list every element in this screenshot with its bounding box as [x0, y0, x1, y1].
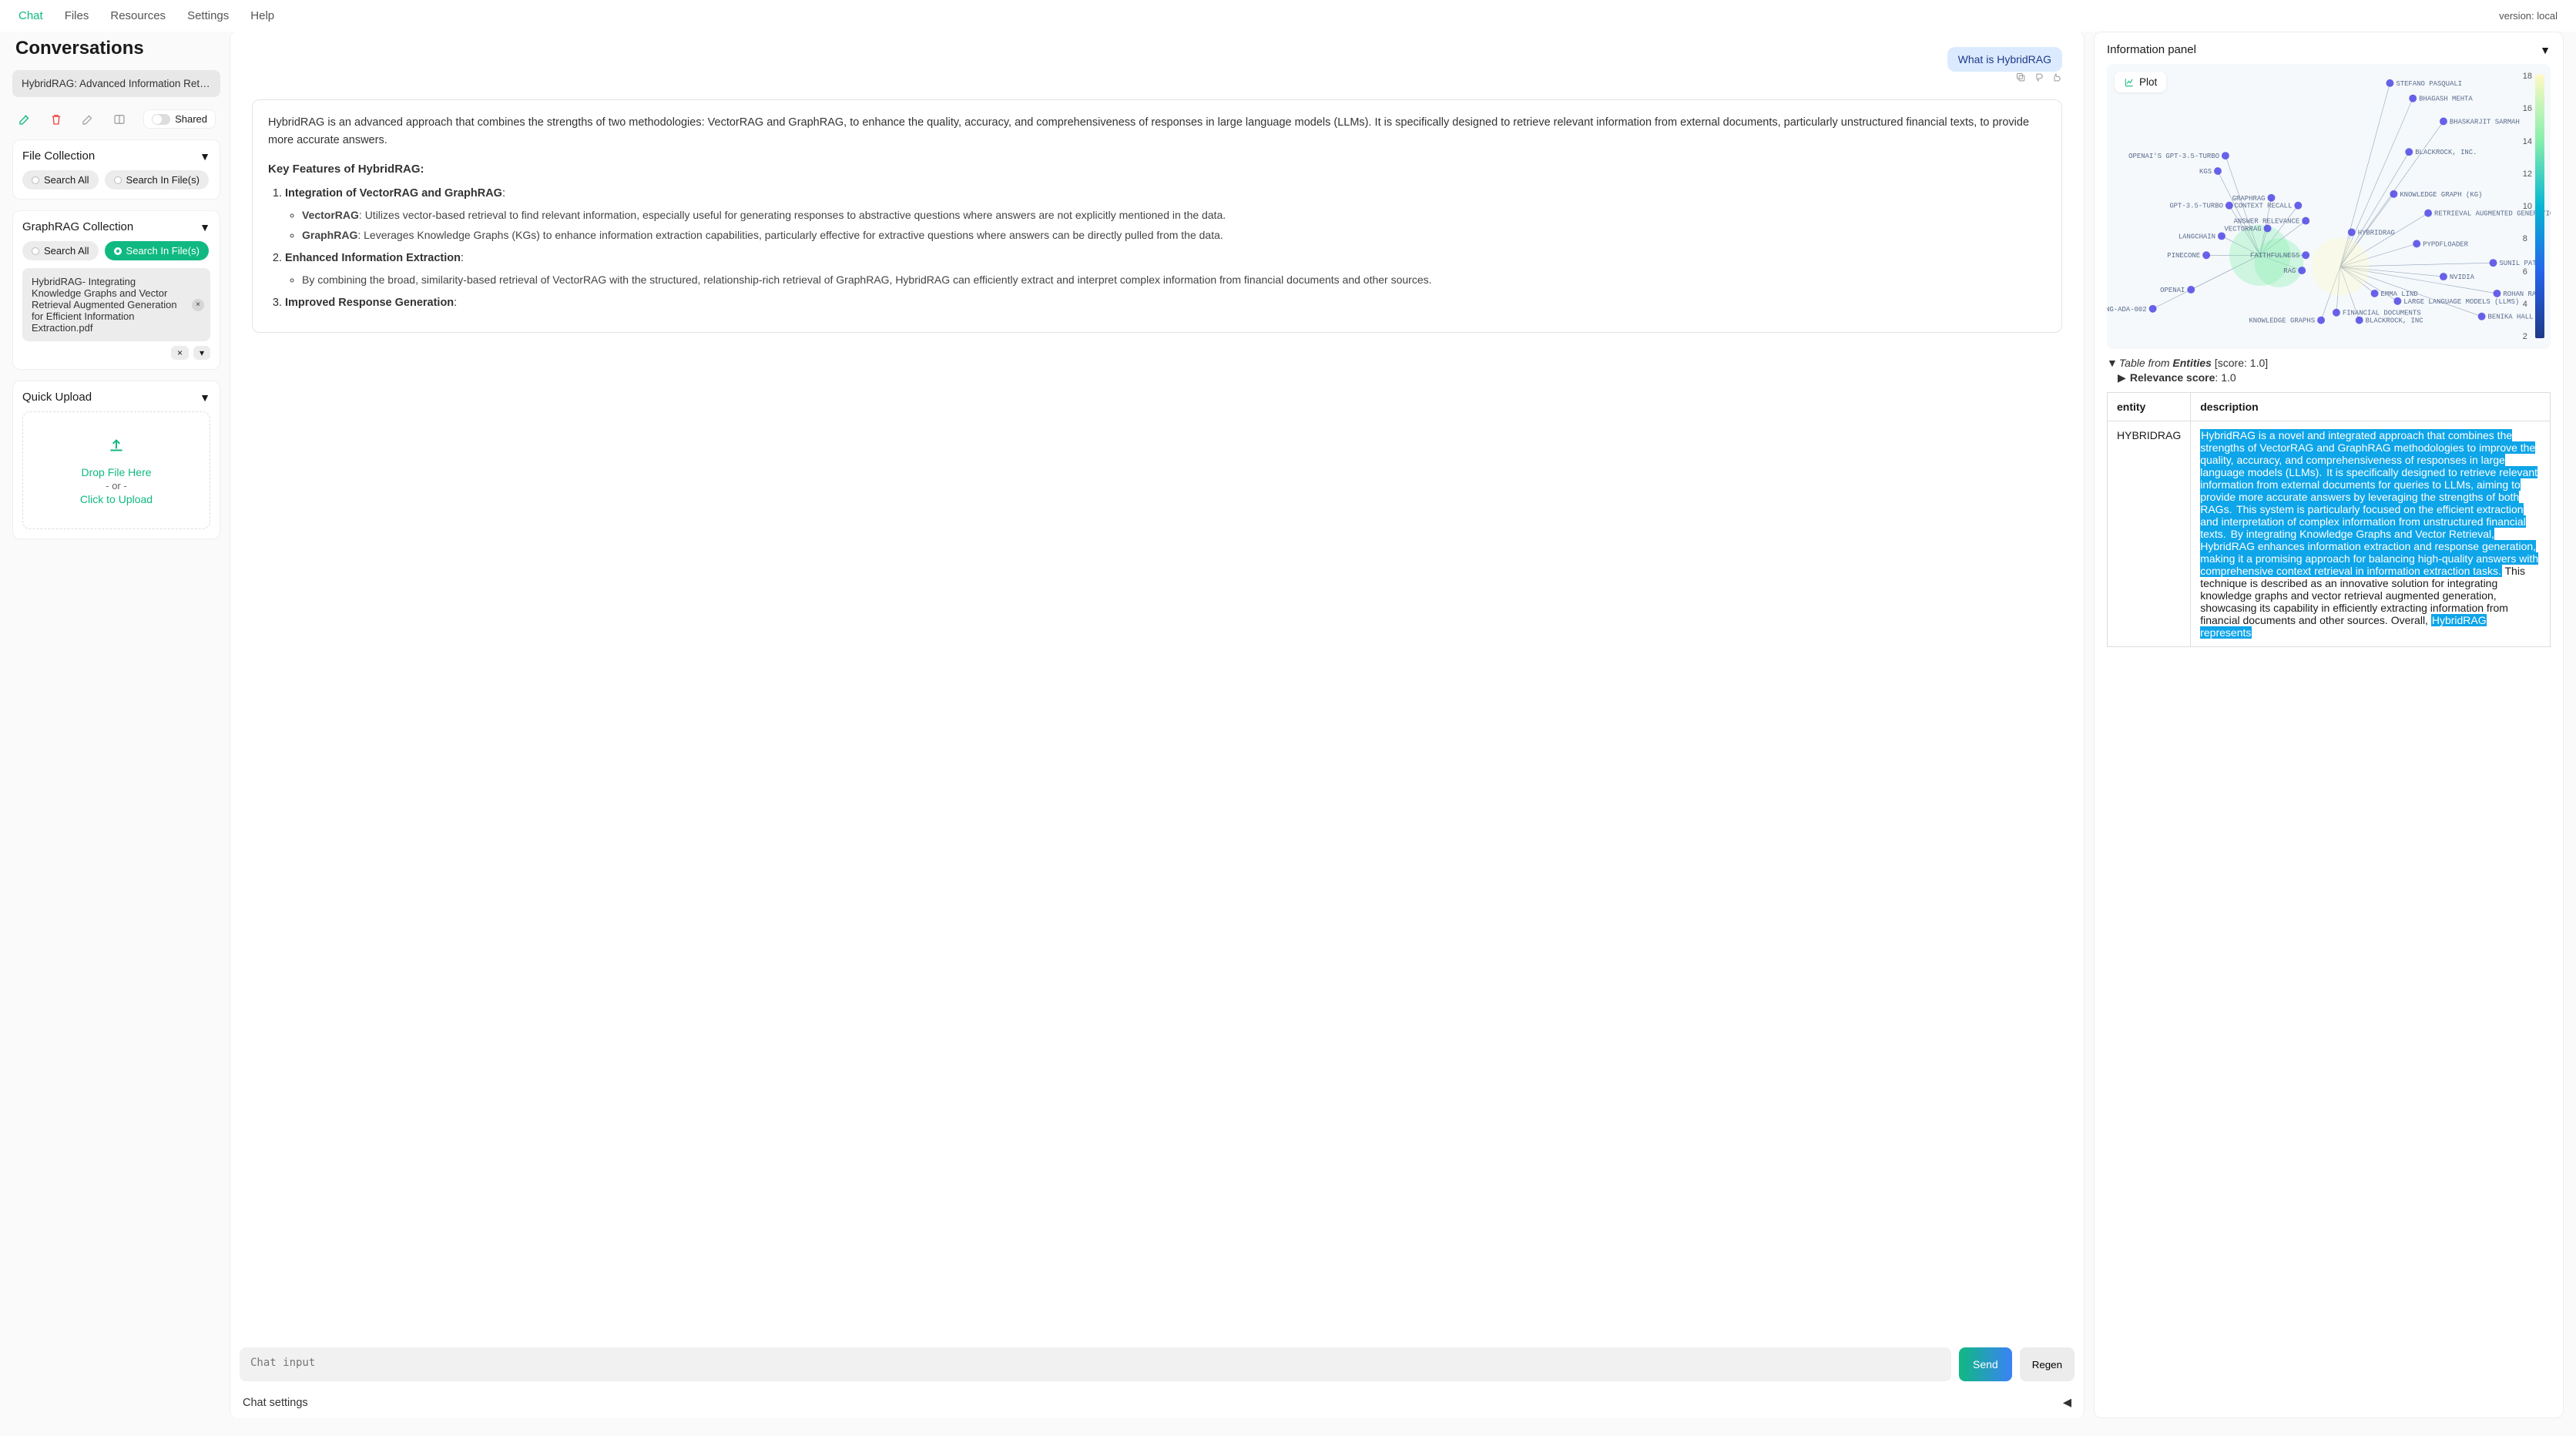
- entities-table: entity description HYBRIDRAG HybridRAG i…: [2107, 392, 2551, 647]
- svg-text:PYPDFLOADER: PYPDFLOADER: [2423, 240, 2469, 248]
- shared-toggle[interactable]: Shared: [143, 109, 216, 129]
- info-panel-title: Information panel: [2107, 43, 2196, 56]
- table-from-row[interactable]: ▼ Table from Entities [score: 1.0]: [2107, 357, 2551, 369]
- svg-text:CONTEXT RECALL: CONTEXT RECALL: [2234, 203, 2292, 210]
- svg-text:RAG: RAG: [2283, 267, 2296, 275]
- file-collection-title: File Collection: [22, 149, 95, 163]
- file-collection-panel: File Collection ▼ Search All Search In F…: [12, 139, 220, 200]
- svg-text:OPENAI'S GPT-3.5-TURBO: OPENAI'S GPT-3.5-TURBO: [2128, 153, 2219, 160]
- version-label: version: local: [2499, 10, 2558, 22]
- tab-files[interactable]: Files: [65, 9, 89, 22]
- svg-text:HYBRIDRAG: HYBRIDRAG: [2358, 229, 2395, 237]
- svg-text:KNOWLEDGE GRAPH (KG): KNOWLEDGE GRAPH (KG): [2400, 191, 2482, 199]
- svg-text:BLACKROCK, INC: BLACKROCK, INC: [2366, 317, 2423, 325]
- svg-text:VECTORRAG: VECTORRAG: [2224, 225, 2261, 233]
- assistant-intro: HybridRAG is an advanced approach that c…: [268, 114, 2046, 149]
- svg-text:ANSWER RELEVANCE: ANSWER RELEVANCE: [2234, 218, 2300, 226]
- svg-text:BLACKROCK, INC.: BLACKROCK, INC.: [2415, 149, 2477, 156]
- th-entity: entity: [2108, 393, 2191, 421]
- svg-text:NVIDIA: NVIDIA: [2450, 273, 2475, 281]
- svg-text:PINECONE: PINECONE: [2167, 252, 2200, 260]
- svg-text:BHASKARJIT SARMAH: BHASKARJIT SARMAH: [2450, 118, 2520, 126]
- file-search-all[interactable]: Search All: [22, 170, 99, 190]
- conversation-item[interactable]: HybridRAG: Advanced Information Retrieva: [12, 70, 220, 97]
- edit-icon[interactable]: [17, 112, 32, 127]
- tab-settings[interactable]: Settings: [187, 9, 229, 22]
- clear-files-icon[interactable]: ×: [171, 346, 189, 360]
- remove-file-icon[interactable]: ×: [192, 299, 204, 311]
- toggle-pill[interactable]: [152, 114, 170, 125]
- quick-upload-title: Quick Upload: [22, 391, 92, 404]
- file-search-in[interactable]: Search In File(s): [105, 170, 209, 190]
- columns-icon[interactable]: [112, 112, 126, 127]
- upload-icon: [31, 435, 202, 460]
- graph-search-all[interactable]: Search All: [22, 241, 99, 260]
- info-panel: Information panel ▼ Plot STEFANO PASQUAL…: [2094, 32, 2564, 1418]
- relevance-row[interactable]: ▶ Relevance score: 1.0: [2107, 371, 2551, 384]
- rename-icon[interactable]: [80, 112, 95, 127]
- svg-text:KNOWLEDGE GRAPHS: KNOWLEDGE GRAPHS: [2249, 317, 2315, 325]
- shared-label: Shared: [175, 113, 207, 125]
- files-dropdown-icon[interactable]: ▾: [193, 346, 210, 360]
- colorbar-ticks: 18161412108642: [2523, 72, 2532, 341]
- drop-file-label: Drop File Here: [31, 466, 202, 478]
- svg-text:LANGCHAIN: LANGCHAIN: [2179, 233, 2215, 240]
- svg-text:STEFANO PASQUALI: STEFANO PASQUALI: [2396, 80, 2462, 88]
- chat-input[interactable]: [240, 1347, 1951, 1381]
- topbar-tabs: Chat Files Resources Settings Help: [18, 9, 274, 22]
- graphrag-collection-panel: GraphRAG Collection ▼ Search All Search …: [12, 210, 220, 370]
- sidebar: Conversations HybridRAG: Advanced Inform…: [12, 32, 220, 1418]
- quick-upload-panel: Quick Upload ▼ Drop File Here - or - Cli…: [12, 381, 220, 539]
- chat-panel: What is HybridRAG HybridRAG is an advanc…: [230, 32, 2085, 1418]
- info-panel-chevron-icon[interactable]: ▼: [2540, 44, 2551, 56]
- features-heading: Key Features of HybridRAG:: [268, 160, 2046, 179]
- conversations-heading: Conversations: [15, 38, 220, 59]
- svg-text:FAITHFULNESS: FAITHFULNESS: [2250, 252, 2299, 260]
- colorbar: [2535, 75, 2544, 338]
- chat-settings-label[interactable]: Chat settings: [243, 1397, 308, 1409]
- assistant-message: HybridRAG is an advanced approach that c…: [252, 99, 2062, 333]
- regen-button[interactable]: Regen: [2020, 1347, 2075, 1381]
- chevron-down-icon[interactable]: ▼: [200, 391, 210, 404]
- thumbs-up-icon[interactable]: [2051, 72, 2062, 86]
- click-upload-label: Click to Upload: [31, 493, 202, 505]
- tab-chat[interactable]: Chat: [18, 9, 43, 22]
- svg-text:RETRIEVAL AUGMENTED GENERATION: RETRIEVAL AUGMENTED GENERATION (RAG): [2434, 210, 2551, 218]
- description-cell: HybridRAG is a novel and integrated appr…: [2191, 421, 2551, 647]
- graph-collection-title: GraphRAG Collection: [22, 220, 133, 233]
- svg-text:BHAGASH MEHTA: BHAGASH MEHTA: [2419, 96, 2473, 103]
- tab-help[interactable]: Help: [250, 9, 274, 22]
- chevron-down-icon[interactable]: ▼: [200, 150, 210, 163]
- network-graph: STEFANO PASQUALI BHAGASH MEHTA BHASKARJIT …: [2107, 64, 2551, 347]
- table-row: HYBRIDRAG HybridRAG is a novel and integ…: [2108, 421, 2551, 647]
- svg-text:FINANCIAL DOCUMENTS: FINANCIAL DOCUMENTS: [2343, 310, 2421, 317]
- graph-file-chip[interactable]: HybridRAG- Integrating Knowledge Graphs …: [22, 268, 210, 341]
- graph-search-in[interactable]: Search In File(s): [105, 241, 209, 260]
- chevron-down-icon[interactable]: ▼: [200, 221, 210, 233]
- copy-icon[interactable]: [2015, 72, 2027, 86]
- graph-file-name: HybridRAG- Integrating Knowledge Graphs …: [32, 276, 177, 334]
- svg-text:-EMBEDDING-ADA-002: -EMBEDDING-ADA-002: [2107, 306, 2147, 314]
- svg-text:LARGE LANGUAGE MODELS (LLMS): LARGE LANGUAGE MODELS (LLMS): [2403, 298, 2519, 306]
- svg-text:OPENAI: OPENAI: [2160, 287, 2185, 294]
- or-label: - or -: [31, 480, 202, 492]
- chat-settings-chevron-icon[interactable]: ◀: [2063, 1397, 2071, 1409]
- th-description: description: [2191, 393, 2551, 421]
- trash-icon[interactable]: [49, 112, 63, 127]
- tab-resources[interactable]: Resources: [110, 9, 166, 22]
- svg-text:KGS: KGS: [2199, 168, 2212, 176]
- entity-cell: HYBRIDRAG: [2108, 421, 2191, 647]
- send-button[interactable]: Send: [1959, 1347, 2012, 1381]
- svg-text:EMMA LIND: EMMA LIND: [2381, 290, 2418, 298]
- svg-text:GPT-3.5-TURBO: GPT-3.5-TURBO: [2169, 203, 2223, 210]
- upload-dropzone[interactable]: Drop File Here - or - Click to Upload: [22, 411, 210, 529]
- thumbs-down-icon[interactable]: [2033, 72, 2044, 86]
- graph-plot[interactable]: Plot STEFANO PASQUALIBHAGASH MEHTABHASKA…: [2107, 64, 2551, 349]
- user-message: What is HybridRAG: [1947, 47, 2062, 72]
- svg-text:GRAPHRAG: GRAPHRAG: [2232, 195, 2266, 203]
